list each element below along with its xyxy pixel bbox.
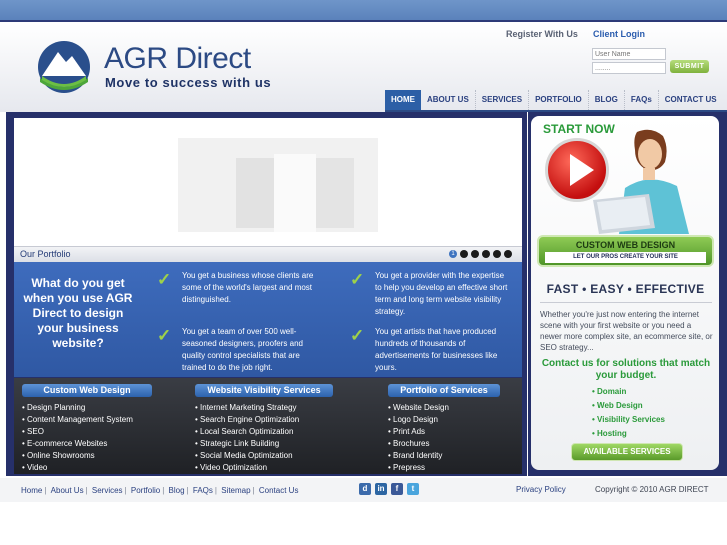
privacy-policy-link[interactable]: Privacy Policy xyxy=(516,485,566,494)
twitter-icon[interactable]: t xyxy=(407,483,419,495)
copyright-text: Copyright © 2010 AGR DIRECT xyxy=(595,485,709,494)
feature-item: You get artists that have produced hundr… xyxy=(375,327,498,372)
footer-link-sitemap[interactable]: Sitemap xyxy=(221,486,250,495)
play-icon xyxy=(570,154,594,186)
service-list-item[interactable]: Content Management System xyxy=(22,414,133,426)
feature-item: You get a provider with the expertise to… xyxy=(375,271,508,316)
service-list-item[interactable]: Search Engine Optimization xyxy=(195,414,299,426)
available-services-button[interactable]: AVAILABLE SERVICES xyxy=(571,443,683,461)
slider-dot-6[interactable] xyxy=(504,250,512,258)
slider-dot-3[interactable] xyxy=(471,250,479,258)
service-list-item[interactable]: Internet Marketing Strategy xyxy=(195,402,299,414)
nav-faqs[interactable]: FAQs xyxy=(625,90,659,110)
main-nav: HOME ABOUT US SERVICES PORTFOLIO BLOG FA… xyxy=(385,90,723,110)
nav-blog[interactable]: BLOG xyxy=(589,90,625,110)
sidebar-service-list: Domain Web Design Visibility Services Ho… xyxy=(592,385,665,441)
service-title-visibility[interactable]: Website Visibility Services xyxy=(195,384,333,397)
service-list-item[interactable]: Video xyxy=(22,462,133,474)
footer-link-portfolio[interactable]: Portfolio xyxy=(131,486,160,495)
nav-about-us[interactable]: ABOUT US xyxy=(421,90,476,110)
nav-services[interactable]: SERVICES xyxy=(476,90,530,110)
linkedin-icon[interactable]: in xyxy=(375,483,387,495)
service-list-item[interactable]: Print Ads xyxy=(388,426,449,438)
custom-web-design-sublabel: LET OUR PROS CREATE YOUR SITE xyxy=(545,252,706,263)
service-list-custom-web-design: Design Planning Content Management Syste… xyxy=(22,402,133,474)
service-list-item[interactable]: Video Optimization xyxy=(195,462,299,474)
sidebar-list-item-domain[interactable]: Domain xyxy=(592,385,665,399)
sidebar-list-item-web-design[interactable]: Web Design xyxy=(592,399,665,413)
submit-button[interactable]: SUBMIT xyxy=(670,60,709,73)
slider-dot-5[interactable] xyxy=(493,250,501,258)
nav-home[interactable]: HOME xyxy=(385,90,421,110)
portfolio-slider[interactable] xyxy=(14,118,522,246)
portfolio-label: Our Portfolio xyxy=(20,249,71,259)
service-list-item[interactable]: Brochures xyxy=(388,438,449,450)
facebook-icon[interactable]: f xyxy=(391,483,403,495)
nav-portfolio[interactable]: PORTFOLIO xyxy=(529,90,589,110)
top-band xyxy=(0,0,727,22)
sidebar-list-item-visibility[interactable]: Visibility Services xyxy=(592,413,665,427)
footer-link-services[interactable]: Services xyxy=(92,486,123,495)
client-login-link[interactable]: Client Login xyxy=(593,29,645,39)
service-list-item[interactable]: Website Design xyxy=(388,402,449,414)
username-input[interactable] xyxy=(592,48,666,60)
logo-emblem-icon[interactable] xyxy=(36,40,92,94)
sidebar-list-item-hosting[interactable]: Hosting xyxy=(592,427,665,441)
custom-web-design-label: CUSTOM WEB DESIGN xyxy=(575,240,676,250)
check-icon: ✓ xyxy=(350,326,365,345)
service-title-custom-web-design[interactable]: Custom Web Design xyxy=(22,384,152,397)
service-list-item[interactable]: Online Showrooms xyxy=(22,450,133,462)
footer-link-faqs[interactable]: FAQs xyxy=(193,486,213,495)
slider-dot-2[interactable] xyxy=(460,250,468,258)
service-list-item[interactable]: Prepress xyxy=(388,462,449,474)
logo-tagline: Move to success with us xyxy=(105,75,272,90)
service-title-portfolio[interactable]: Portfolio of Services xyxy=(388,384,500,397)
slider-dot-4[interactable] xyxy=(482,250,490,258)
feature-item: You get a team of over 500 well-seasoned… xyxy=(182,327,303,372)
password-input[interactable] xyxy=(592,62,666,74)
footer-link-about[interactable]: About Us xyxy=(51,486,84,495)
register-link[interactable]: Register With Us xyxy=(506,29,578,39)
contact-heading: Contact us for solutions that match your… xyxy=(541,358,711,381)
service-list-item[interactable]: SEO xyxy=(22,426,133,438)
service-list-item[interactable]: Local Search Optimization xyxy=(195,426,299,438)
service-list-item[interactable]: Brand Identity xyxy=(388,450,449,462)
footer-link-home[interactable]: Home xyxy=(21,486,42,495)
service-list-visibility: Internet Marketing Strategy Search Engin… xyxy=(195,402,299,474)
service-list-item[interactable]: Logo Design xyxy=(388,414,449,426)
check-icon: ✓ xyxy=(157,326,172,345)
logo-name[interactable]: AGR Direct xyxy=(104,42,251,76)
slider-dot-1[interactable]: 1 xyxy=(449,250,457,258)
service-list-item[interactable]: E-commerce Websites xyxy=(22,438,133,450)
service-list-item[interactable]: Social Media Optimization xyxy=(195,450,299,462)
service-list-item[interactable]: Design Planning xyxy=(22,402,133,414)
brochure-image xyxy=(178,138,378,232)
nav-contact-us[interactable]: CONTACT US xyxy=(659,90,723,110)
feature-item: You get a business whose clients are som… xyxy=(182,271,314,304)
divider xyxy=(540,302,712,303)
features-question: What do you get when you use AGR Direct … xyxy=(23,276,133,350)
check-icon: ✓ xyxy=(157,270,172,289)
footer-link-blog[interactable]: Blog xyxy=(169,486,185,495)
portfolio-bar xyxy=(14,246,522,262)
check-icon: ✓ xyxy=(350,270,365,289)
footer-links: Home | About Us | Services | Portfolio | Blo… xyxy=(21,486,299,495)
sidebar-paragraph: Whether you're just now entering the int… xyxy=(540,310,713,352)
digg-icon[interactable]: d xyxy=(359,483,371,495)
fast-easy-effective: FAST • EASY • EFFECTIVE xyxy=(546,282,705,296)
service-list-portfolio: Website Design Logo Design Print Ads Bro… xyxy=(388,402,449,474)
service-list-item[interactable]: Strategic Link Building xyxy=(195,438,299,450)
footer-link-contact[interactable]: Contact Us xyxy=(259,486,299,495)
